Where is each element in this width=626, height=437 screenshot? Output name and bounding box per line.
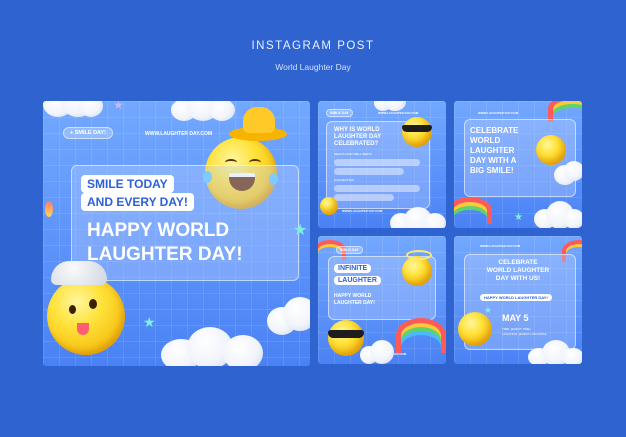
happy-line1: HAPPY WORLD [334, 293, 372, 299]
halo-icon [406, 250, 432, 260]
label-connection: CONNECTION [334, 178, 355, 182]
infinite-line1: INFINITE [334, 264, 372, 273]
celebrate-line4: DAY WITH A [470, 156, 517, 165]
rainbow-icon [396, 318, 446, 353]
cloud-decoration [390, 207, 446, 228]
tongue-emoji-icon [47, 277, 125, 355]
website-url: WWW.LAUGHTER DAY.COM [145, 131, 213, 137]
celebrate-line1: CELEBRATE [470, 126, 519, 135]
info-bar [334, 159, 420, 166]
celebrate-line3: LAUGHTER [470, 146, 515, 155]
eye-icon [69, 305, 76, 314]
infinite-line2: LAUGHTER [334, 276, 381, 285]
website-url: WWW.LAUGHTER DAY.COM [378, 111, 419, 115]
headline-line1: HAPPY WORLD [87, 220, 230, 241]
sunglasses-icon [402, 125, 432, 132]
header-title: INSTAGRAM POST [251, 40, 375, 52]
cloud-decoration [267, 297, 310, 337]
balloon-icon [45, 201, 53, 217]
happy-line2: LAUGHTER DAY! [334, 300, 375, 306]
smile-day-pill: SMILE DAY [336, 246, 363, 254]
event-date: MAY 5 [502, 313, 529, 323]
smile-day-pill: SMILE DAY [326, 109, 353, 117]
header-subtitle: World Laughter Day [275, 62, 351, 72]
website-url: WWW.LAUGHTER DAY.COM [480, 244, 521, 248]
tagline-line1: SMILE TODAY [81, 175, 174, 193]
cloud-decoration [161, 323, 271, 366]
star-icon: ★ [514, 212, 523, 223]
sunglasses-icon [328, 330, 364, 338]
star-icon: ★ [293, 222, 308, 239]
rainbow-icon [454, 197, 492, 224]
post-card-celebrate[interactable]: WWW.LAUGHTER DAY.COM CELEBRATE WORLD LAU… [454, 101, 582, 228]
cap-icon [51, 255, 111, 287]
cloud-decoration [171, 101, 237, 123]
star-icon: ★ [113, 101, 124, 112]
question-line3: CELEBRATED? [334, 141, 379, 147]
sunglasses-emoji-icon [402, 117, 432, 147]
sun-emoji-icon [458, 312, 492, 346]
info-bar [334, 168, 404, 175]
post-card-why[interactable]: SMILE DAY WWW.LAUGHTER DAY.COM WHY IS WO… [318, 101, 446, 228]
eye-icon [89, 299, 97, 309]
info-bar [334, 185, 420, 192]
cloud-decoration [360, 340, 400, 364]
cloud-decoration [528, 340, 582, 364]
post-card-infinite[interactable]: SMILE DAY INFINITE LAUGHTER HAPPY WORLD … [318, 236, 446, 364]
tagline-line2: AND EVERY DAY! [81, 193, 194, 211]
footer-url: WWW.LAUGHTER DAY.COM [342, 209, 383, 213]
info-bar [334, 194, 394, 201]
celebrate-line1: CELEBRATE [498, 259, 538, 266]
question-line1: WHY IS WORLD [334, 127, 380, 133]
cloud-decoration [534, 201, 582, 228]
happy-badge: HAPPY WORLD LAUGHTER DAY! [480, 294, 552, 301]
label-health: HEALTH AND WELL-BEING [334, 152, 372, 156]
celebrate-line2: WORLD LAUGHTER [486, 267, 550, 274]
question-line2: LAUGHTER DAY [334, 134, 382, 140]
event-time: TIME: [EVENT TIME] [502, 327, 531, 331]
celebrate-line2: WORLD [470, 136, 501, 145]
tongue-icon [77, 323, 89, 335]
angel-emoji-icon [402, 256, 432, 286]
celebrate-line3: DAY WITH US! [495, 275, 541, 282]
event-location: LOCATION: [EVENT LOCATION] [502, 332, 547, 336]
star-icon: ★ [484, 305, 493, 315]
star-icon: ★ [143, 314, 156, 330]
cloud-decoration [554, 161, 582, 187]
smile-emoji-icon [320, 197, 338, 215]
website-url: WWW.LAUGHTER DAY.COM [478, 111, 519, 115]
post-card-event[interactable]: WWW.LAUGHTER DAY.COM CELEBRATE WORLD LAU… [454, 236, 582, 364]
sunglasses-emoji-icon [328, 320, 364, 356]
smile-day-pill: + SMILE DAY! [63, 127, 114, 139]
celebrate-line5: BIG SMILE! [470, 166, 514, 175]
cloud-decoration [43, 101, 103, 121]
main-post-card[interactable]: ★ + SMILE DAY! WWW.LAUGHTER DAY.COM SMIL… [43, 101, 310, 366]
hat-icon [229, 107, 289, 141]
